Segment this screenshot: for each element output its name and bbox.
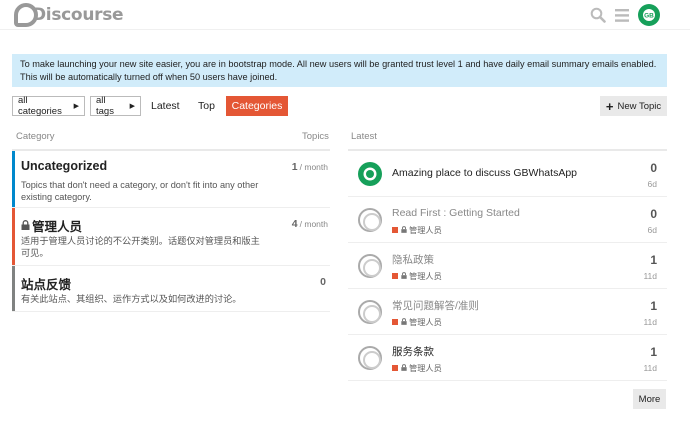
topic-age[interactable]: 11d xyxy=(643,271,657,281)
banner-line-1: To make launching your new site easier, … xyxy=(20,59,657,69)
discourse-avatar[interactable] xyxy=(358,346,382,370)
category-row-staff[interactable]: 管理人员 适用于管理人员讨论的不公开类别。话题仅对管理员和版主可见。 4/ mo… xyxy=(12,208,330,266)
topic-reply-count[interactable]: 0 xyxy=(650,161,657,175)
discourse-avatar[interactable] xyxy=(358,208,382,232)
hamburger-icon[interactable] xyxy=(612,5,632,25)
topic-reply-count[interactable]: 1 xyxy=(650,253,657,267)
category-topic-count: 1/ month xyxy=(292,161,328,173)
category-color-square xyxy=(392,273,398,279)
count-value: 0 xyxy=(320,276,326,288)
bootstrap-mode-banner: To make launching your new site easier, … xyxy=(12,54,667,87)
gbwhatsapp-avatar[interactable] xyxy=(358,162,382,186)
logo-bubble-icon xyxy=(14,3,38,27)
topic-title-link[interactable]: 隐私政策 xyxy=(392,252,434,267)
category-color-square xyxy=(392,227,398,233)
count-period: / month xyxy=(299,162,328,172)
topic-age[interactable]: 6d xyxy=(648,179,657,189)
count-period: / month xyxy=(299,219,328,229)
category-name[interactable]: 站点反馈 xyxy=(21,274,71,293)
category-badge-label: 管理人员 xyxy=(409,318,442,327)
lock-icon xyxy=(401,225,407,235)
caret-right-icon: ▶ xyxy=(73,103,79,110)
category-description: Topics that don't need a category, or do… xyxy=(21,180,259,202)
category-description: 有关此站点、其组织、运作方式以及如何改进的讨论。 xyxy=(21,294,242,304)
latest-column-header: Latest xyxy=(351,131,377,142)
whatsapp-icon xyxy=(363,167,377,181)
latest-topic-row[interactable]: 隐私政策 管理人员 1 11d xyxy=(348,243,667,289)
nav-top[interactable]: Top xyxy=(198,96,215,116)
navigation-bar: all categories ▶ all tags ▶ Latest Top C… xyxy=(12,95,667,117)
category-color-square xyxy=(392,365,398,371)
site-header: Discourse GB xyxy=(0,0,690,30)
lock-icon xyxy=(401,363,407,373)
more-topics-button[interactable]: More xyxy=(633,389,666,409)
categories-dropdown-label: all categories xyxy=(18,95,62,117)
category-color-bar xyxy=(12,151,15,207)
site-logo[interactable]: Discourse xyxy=(14,2,124,28)
nav-latest[interactable]: Latest xyxy=(151,96,180,116)
topic-category-badge[interactable]: 管理人员 xyxy=(392,316,442,328)
topic-category-badge[interactable]: 管理人员 xyxy=(392,270,442,282)
latest-topic-row[interactable]: 常见问题解答/准则 管理人员 1 11d xyxy=(348,289,667,335)
topic-title-link[interactable]: Amazing place to discuss GBWhatsApp xyxy=(392,167,577,179)
lock-icon xyxy=(401,317,407,327)
category-name-text: Uncategorized xyxy=(21,159,108,173)
category-row-uncategorized[interactable]: Uncategorized Topics that don't need a c… xyxy=(12,151,330,208)
topic-title-link[interactable]: Read First : Getting Started xyxy=(392,207,520,219)
topic-age[interactable]: 11d xyxy=(643,317,657,327)
topic-reply-count[interactable]: 1 xyxy=(650,299,657,313)
category-badge-label: 管理人员 xyxy=(409,226,442,235)
topic-reply-count[interactable]: 1 xyxy=(650,345,657,359)
user-avatar[interactable]: GB xyxy=(638,4,660,26)
banner-line-2: This will be automatically turned off wh… xyxy=(20,71,278,82)
category-name-text: 站点反馈 xyxy=(21,278,72,292)
topic-category-badge[interactable]: 管理人员 xyxy=(392,362,442,374)
search-icon[interactable] xyxy=(588,5,608,25)
category-name-text: 管理人员 xyxy=(32,220,83,234)
topic-category-badge[interactable]: 管理人员 xyxy=(392,224,442,236)
count-value: 4 xyxy=(291,218,298,230)
category-column-header: Category xyxy=(16,131,55,142)
latest-topic-row[interactable]: 服务条款 管理人员 1 11d xyxy=(348,335,667,381)
latest-topic-row[interactable]: Amazing place to discuss GBWhatsApp 0 6d xyxy=(348,151,667,197)
category-topic-count: 4/ month xyxy=(292,218,328,230)
tags-dropdown-label: all tags xyxy=(96,95,114,117)
category-description: 适用于管理人员讨论的不公开类别。话题仅对管理员和版主可见。 xyxy=(21,236,260,258)
category-badge-label: 管理人员 xyxy=(409,272,442,281)
new-topic-label: New Topic xyxy=(617,100,662,112)
category-color-bar xyxy=(12,208,15,265)
logo-text: Discourse xyxy=(32,5,124,25)
category-color-square xyxy=(392,319,398,325)
category-color-bar xyxy=(12,266,15,311)
new-topic-button[interactable]: + New Topic xyxy=(600,96,667,116)
tags-dropdown[interactable]: all tags ▶ xyxy=(90,95,141,117)
avatar-initials: GB xyxy=(644,13,654,20)
lock-icon xyxy=(401,271,407,281)
whatsapp-icon: GB xyxy=(643,9,655,21)
category-topic-count: 0 xyxy=(320,276,328,288)
nav-categories[interactable]: Categories xyxy=(226,96,288,116)
category-name[interactable]: Uncategorized xyxy=(21,159,107,173)
discourse-avatar[interactable] xyxy=(358,254,382,278)
topic-age[interactable]: 6d xyxy=(648,225,657,235)
caret-right-icon: ▶ xyxy=(129,103,135,110)
count-value: 1 xyxy=(291,161,298,173)
lock-icon xyxy=(21,219,30,233)
topic-age[interactable]: 11d xyxy=(643,363,657,373)
discourse-avatar[interactable] xyxy=(358,300,382,324)
topic-title-link[interactable]: 服务条款 xyxy=(392,344,434,359)
plus-icon: + xyxy=(605,98,614,114)
category-name[interactable]: 管理人员 xyxy=(21,216,82,235)
topic-reply-count[interactable]: 0 xyxy=(650,207,657,221)
categories-dropdown[interactable]: all categories ▶ xyxy=(12,95,85,117)
category-badge-label: 管理人员 xyxy=(409,364,442,373)
topic-title-link[interactable]: 常见问题解答/准则 xyxy=(392,298,479,313)
latest-topic-row[interactable]: Read First : Getting Started 管理人员 0 6d xyxy=(348,197,667,243)
category-row-site-feedback[interactable]: 站点反馈 有关此站点、其组织、运作方式以及如何改进的讨论。 0 xyxy=(12,266,330,312)
topics-column-header: Topics xyxy=(302,131,329,142)
